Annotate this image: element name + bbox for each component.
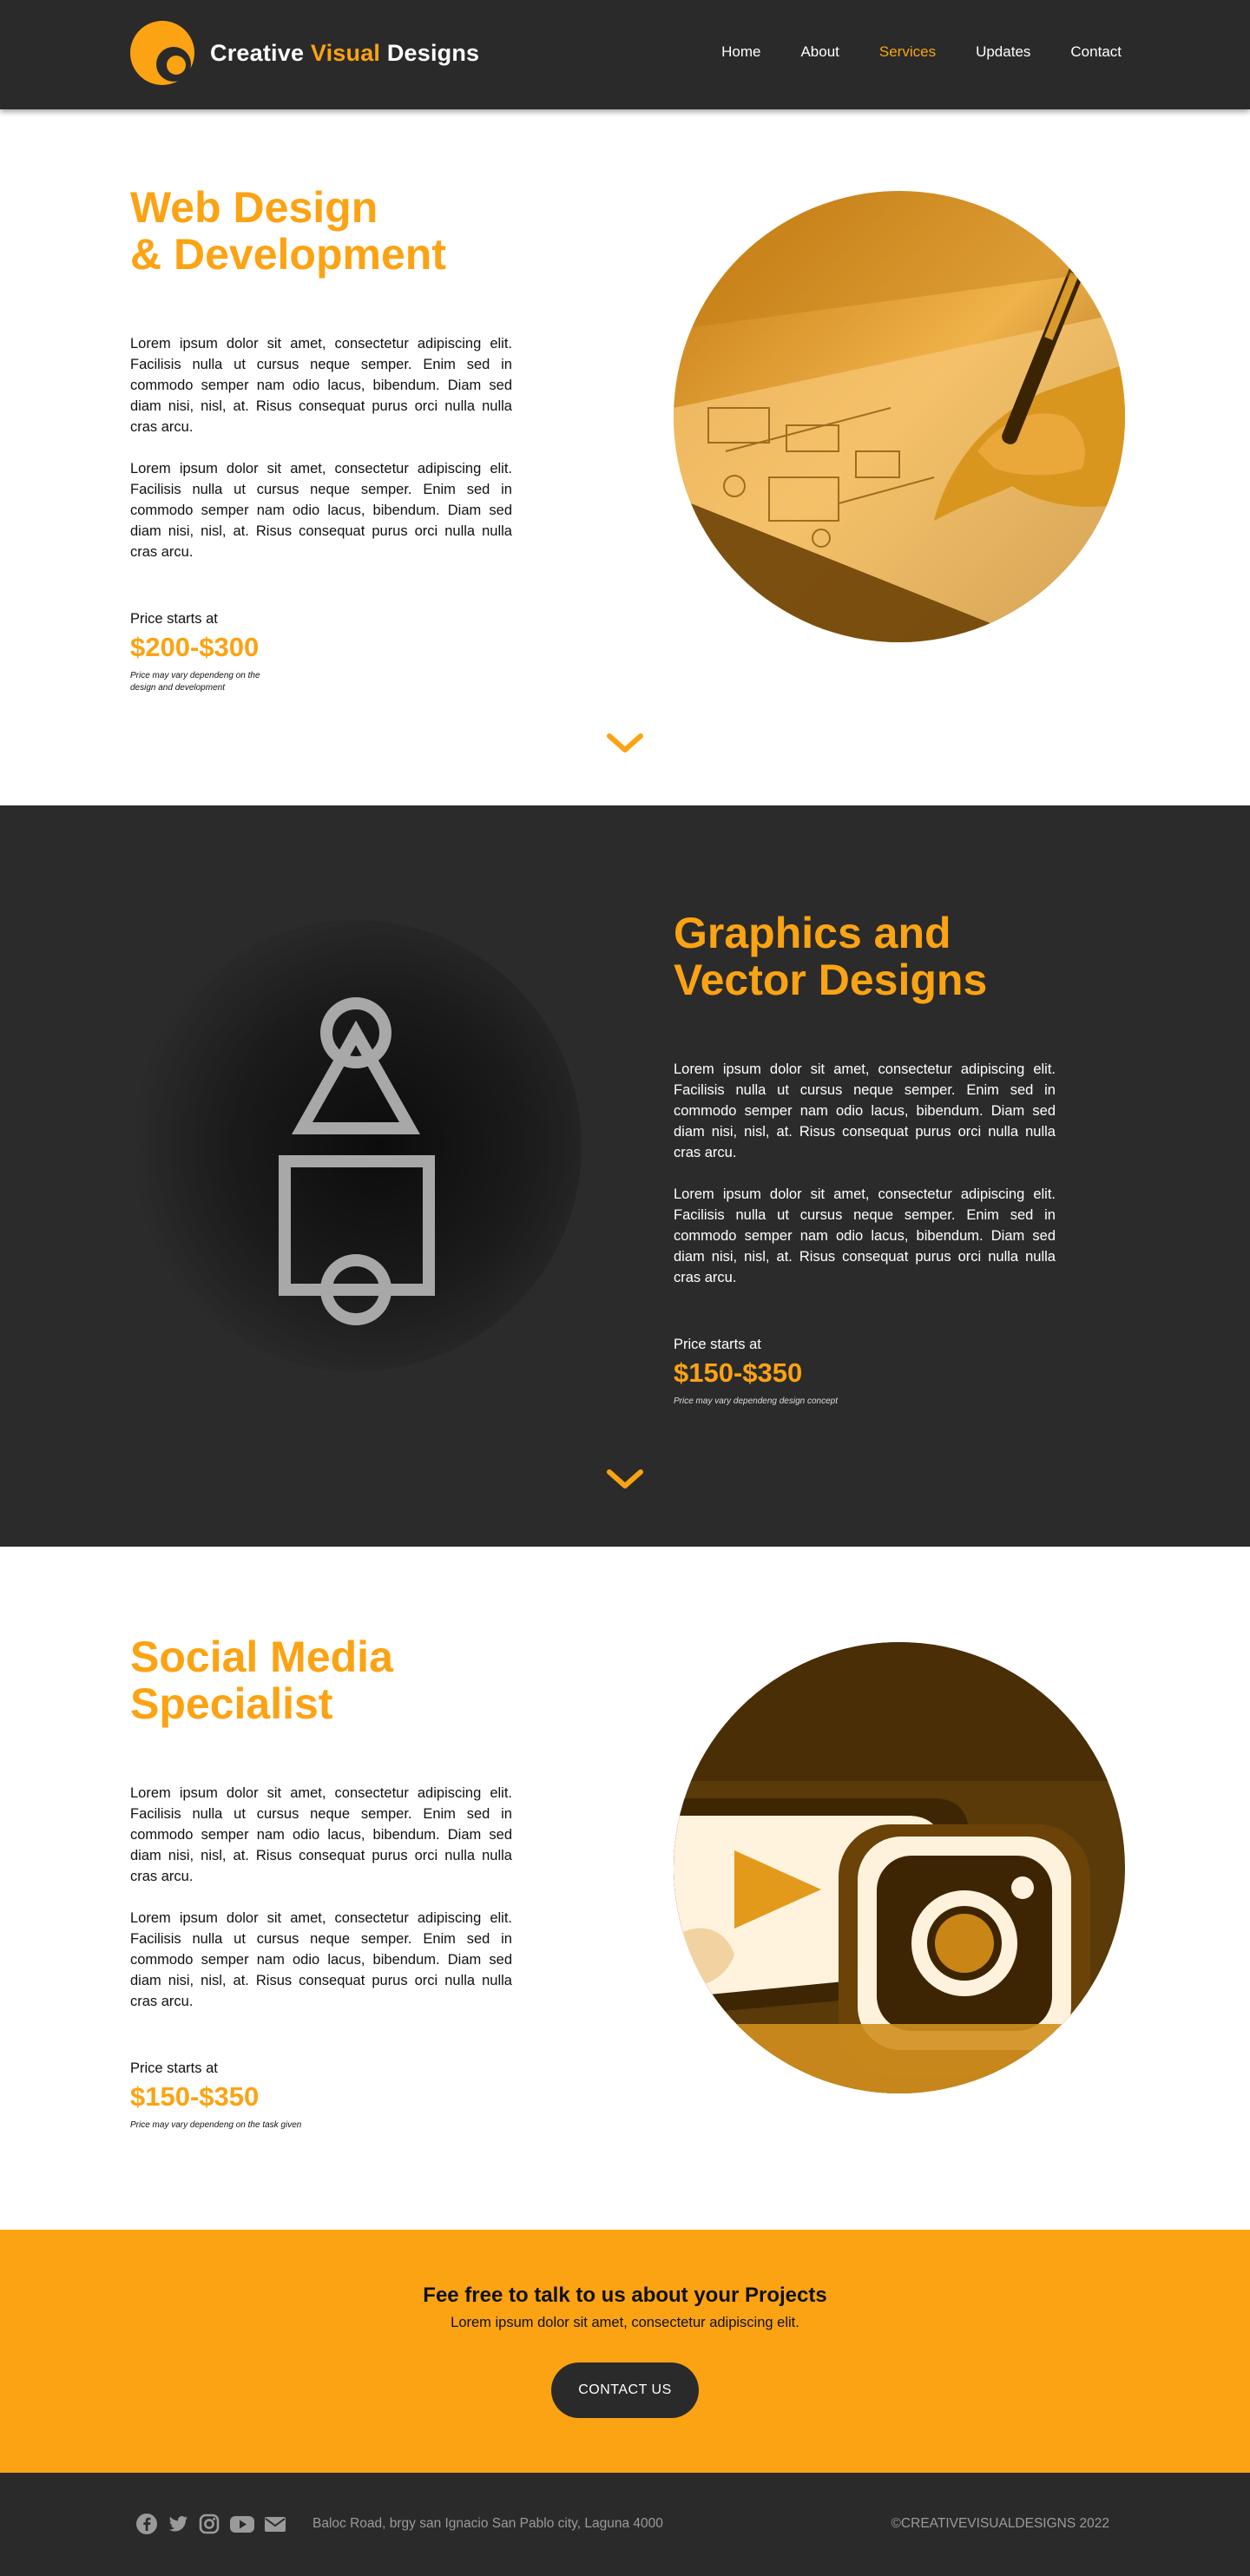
price-note: Price may vary dependeng design concept xyxy=(674,1396,839,1406)
brand-name: Creative Visual Designs xyxy=(210,40,479,67)
service-title-line1: Web Design xyxy=(130,183,378,232)
chevron-down-icon[interactable] xyxy=(606,733,644,755)
nav-updates[interactable]: Updates xyxy=(976,43,1030,61)
service-title-line1: Social Media xyxy=(130,1633,393,1681)
chevron-down-icon[interactable] xyxy=(606,1469,644,1491)
youtube-icon[interactable] xyxy=(229,2513,255,2535)
web-design-image xyxy=(674,191,1125,642)
service-description-2: Lorem ipsum dolor sit amet, consectetur … xyxy=(130,461,512,560)
social-media-image xyxy=(674,1642,1125,2093)
email-icon[interactable] xyxy=(264,2513,286,2535)
facebook-icon[interactable] xyxy=(135,2513,158,2535)
nav-home[interactable]: Home xyxy=(721,43,760,61)
brand-name-accent: Visual xyxy=(310,39,381,66)
cta-title: Fee free to talk to us about your Projec… xyxy=(423,2284,827,2307)
footer: Baloc Road, brgy san Ignacio San Pablo c… xyxy=(0,2473,1250,2576)
service-title-line2: Specialist xyxy=(130,1679,333,1728)
navbar: Creative Visual Designs Home About Servi… xyxy=(0,0,1250,109)
service-description-1: Lorem ipsum dolor sit amet, consectetur … xyxy=(674,1061,1056,1160)
service-title: Web Design & Development xyxy=(130,184,446,278)
cta-subtitle: Lorem ipsum dolor sit amet, consectetur … xyxy=(451,2315,799,2330)
brand-name-part2: Designs xyxy=(380,39,480,66)
price-value: $150-$350 xyxy=(130,2081,260,2112)
instagram-icon[interactable] xyxy=(198,2513,220,2535)
footer-address: Baloc Road, brgy san Ignacio San Pablo c… xyxy=(312,2516,663,2531)
twitter-icon[interactable] xyxy=(167,2513,189,2535)
contact-us-button[interactable]: CONTACT US xyxy=(551,2362,699,2418)
service-web-design: Web Design & Development Lorem ipsum dol… xyxy=(0,109,1250,805)
price-value: $150-$350 xyxy=(674,1357,803,1388)
nav-contact[interactable]: Contact xyxy=(1070,43,1122,61)
graphics-image xyxy=(130,920,582,1371)
main-menu: Home About Services Updates Contact xyxy=(721,43,1122,61)
brand-logo[interactable]: Creative Visual Designs xyxy=(130,21,479,85)
service-description-2: Lorem ipsum dolor sit amet, consectetur … xyxy=(130,1910,512,2009)
nav-services[interactable]: Services xyxy=(879,43,936,61)
brand-name-part1: Creative xyxy=(210,39,311,66)
service-description-1: Lorem ipsum dolor sit amet, consectetur … xyxy=(130,336,512,435)
service-graphics: Graphics and Vector Designs Lorem ipsum … xyxy=(0,805,1250,1547)
service-description-1: Lorem ipsum dolor sit amet, consectetur … xyxy=(130,1785,512,1884)
service-title-line1: Graphics and xyxy=(674,909,951,957)
service-social-media: Social Media Specialist Lorem ipsum dolo… xyxy=(0,1547,1250,2230)
price-label: Price starts at xyxy=(130,611,218,627)
footer-copyright: ©CREATIVEVISUALDESIGNS 2022 xyxy=(891,2516,1109,2531)
service-title-line2: Vector Designs xyxy=(674,956,988,1004)
service-title-line2: & Development xyxy=(130,230,446,279)
logo-icon xyxy=(130,21,194,85)
contact-cta: Fee free to talk to us about your Projec… xyxy=(0,2230,1250,2473)
price-note: Price may vary dependeng on the design a… xyxy=(130,671,260,693)
service-title: Social Media Specialist xyxy=(130,1633,393,1727)
nav-about[interactable]: About xyxy=(800,43,839,61)
service-title: Graphics and Vector Designs xyxy=(674,910,987,1003)
price-label: Price starts at xyxy=(130,2060,218,2076)
social-links xyxy=(135,2513,286,2535)
price-value: $200-$300 xyxy=(130,632,260,662)
service-description-2: Lorem ipsum dolor sit amet, consectetur … xyxy=(674,1186,1056,1285)
price-note: Price may vary dependeng on the task giv… xyxy=(130,2120,302,2130)
price-label: Price starts at xyxy=(674,1337,761,1352)
